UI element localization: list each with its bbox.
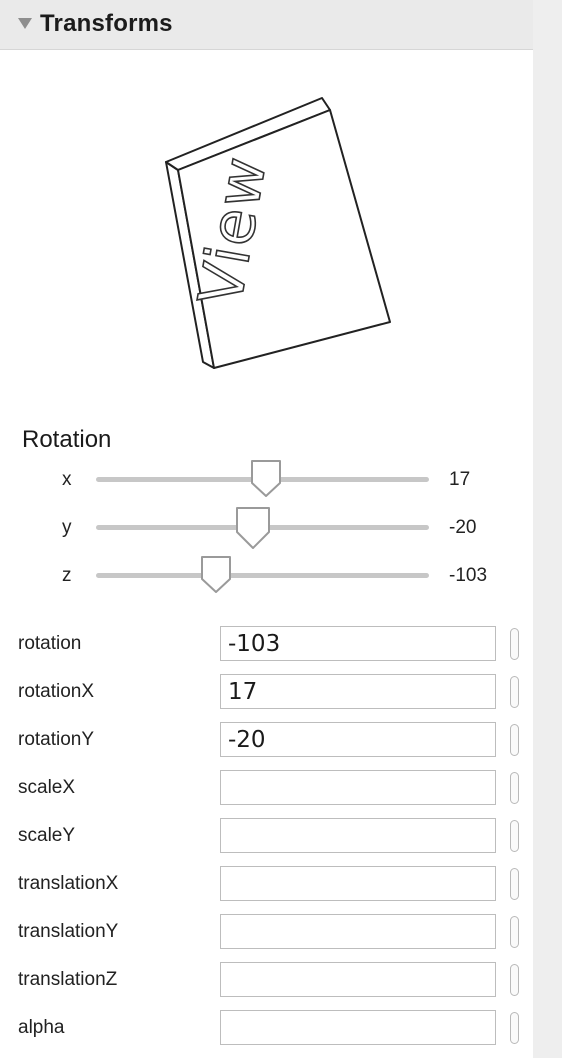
property-handle-scaleX[interactable]	[510, 772, 519, 804]
disclosure-triangle-icon[interactable]	[18, 18, 32, 29]
property-input-alpha[interactable]	[220, 1010, 496, 1045]
property-label-rotationY: rotationY	[18, 729, 95, 750]
property-label-rotation: rotation	[18, 633, 82, 654]
property-input-rotationY[interactable]	[220, 722, 496, 757]
panel-scroll-gutter	[533, 0, 562, 1058]
transform-preview: View	[165, 97, 391, 369]
slider-y-thumb[interactable]	[233, 505, 273, 551]
section-title: Transforms	[40, 10, 173, 37]
slider-x-label: x	[62, 469, 72, 490]
property-handle-translationZ[interactable]	[510, 964, 519, 996]
property-handle-rotation[interactable]	[510, 628, 519, 660]
property-handle-alpha[interactable]	[510, 1012, 519, 1044]
property-handle-translationX[interactable]	[510, 868, 519, 900]
property-label-translationX: translationX	[18, 873, 119, 894]
property-label-translationY: translationY	[18, 921, 119, 942]
property-input-translationZ[interactable]	[220, 962, 496, 997]
property-input-rotationX[interactable]	[220, 674, 496, 709]
property-label-rotationX: rotationX	[18, 681, 95, 702]
property-handle-translationY[interactable]	[510, 916, 519, 948]
property-input-rotation[interactable]	[220, 626, 496, 661]
property-input-translationX[interactable]	[220, 866, 496, 901]
slider-y-value: -20	[449, 517, 477, 538]
slider-z-track[interactable]	[96, 573, 429, 578]
property-input-translationY[interactable]	[220, 914, 496, 949]
property-input-scaleX[interactable]	[220, 770, 496, 805]
slider-z-thumb[interactable]	[199, 555, 233, 595]
property-handle-rotationX[interactable]	[510, 676, 519, 708]
slider-z-label: z	[62, 565, 72, 586]
property-label-alpha: alpha	[18, 1017, 65, 1038]
rotation-section-title: Rotation	[22, 426, 112, 453]
property-label-scaleX: scaleX	[18, 777, 76, 798]
slider-y-label: y	[62, 517, 72, 538]
property-handle-rotationY[interactable]	[510, 724, 519, 756]
property-input-scaleY[interactable]	[220, 818, 496, 853]
slider-z-value: -103	[449, 565, 488, 586]
property-handle-scaleY[interactable]	[510, 820, 519, 852]
property-label-scaleY: scaleY	[18, 825, 76, 846]
section-header[interactable]: Transforms	[0, 0, 533, 50]
property-label-translationZ: translationZ	[18, 969, 118, 990]
slider-x-value: 17	[449, 469, 471, 490]
slider-x-thumb[interactable]	[249, 459, 283, 499]
transforms-panel: Transforms View Rotation x 17 y -20 z -1…	[0, 0, 533, 1058]
